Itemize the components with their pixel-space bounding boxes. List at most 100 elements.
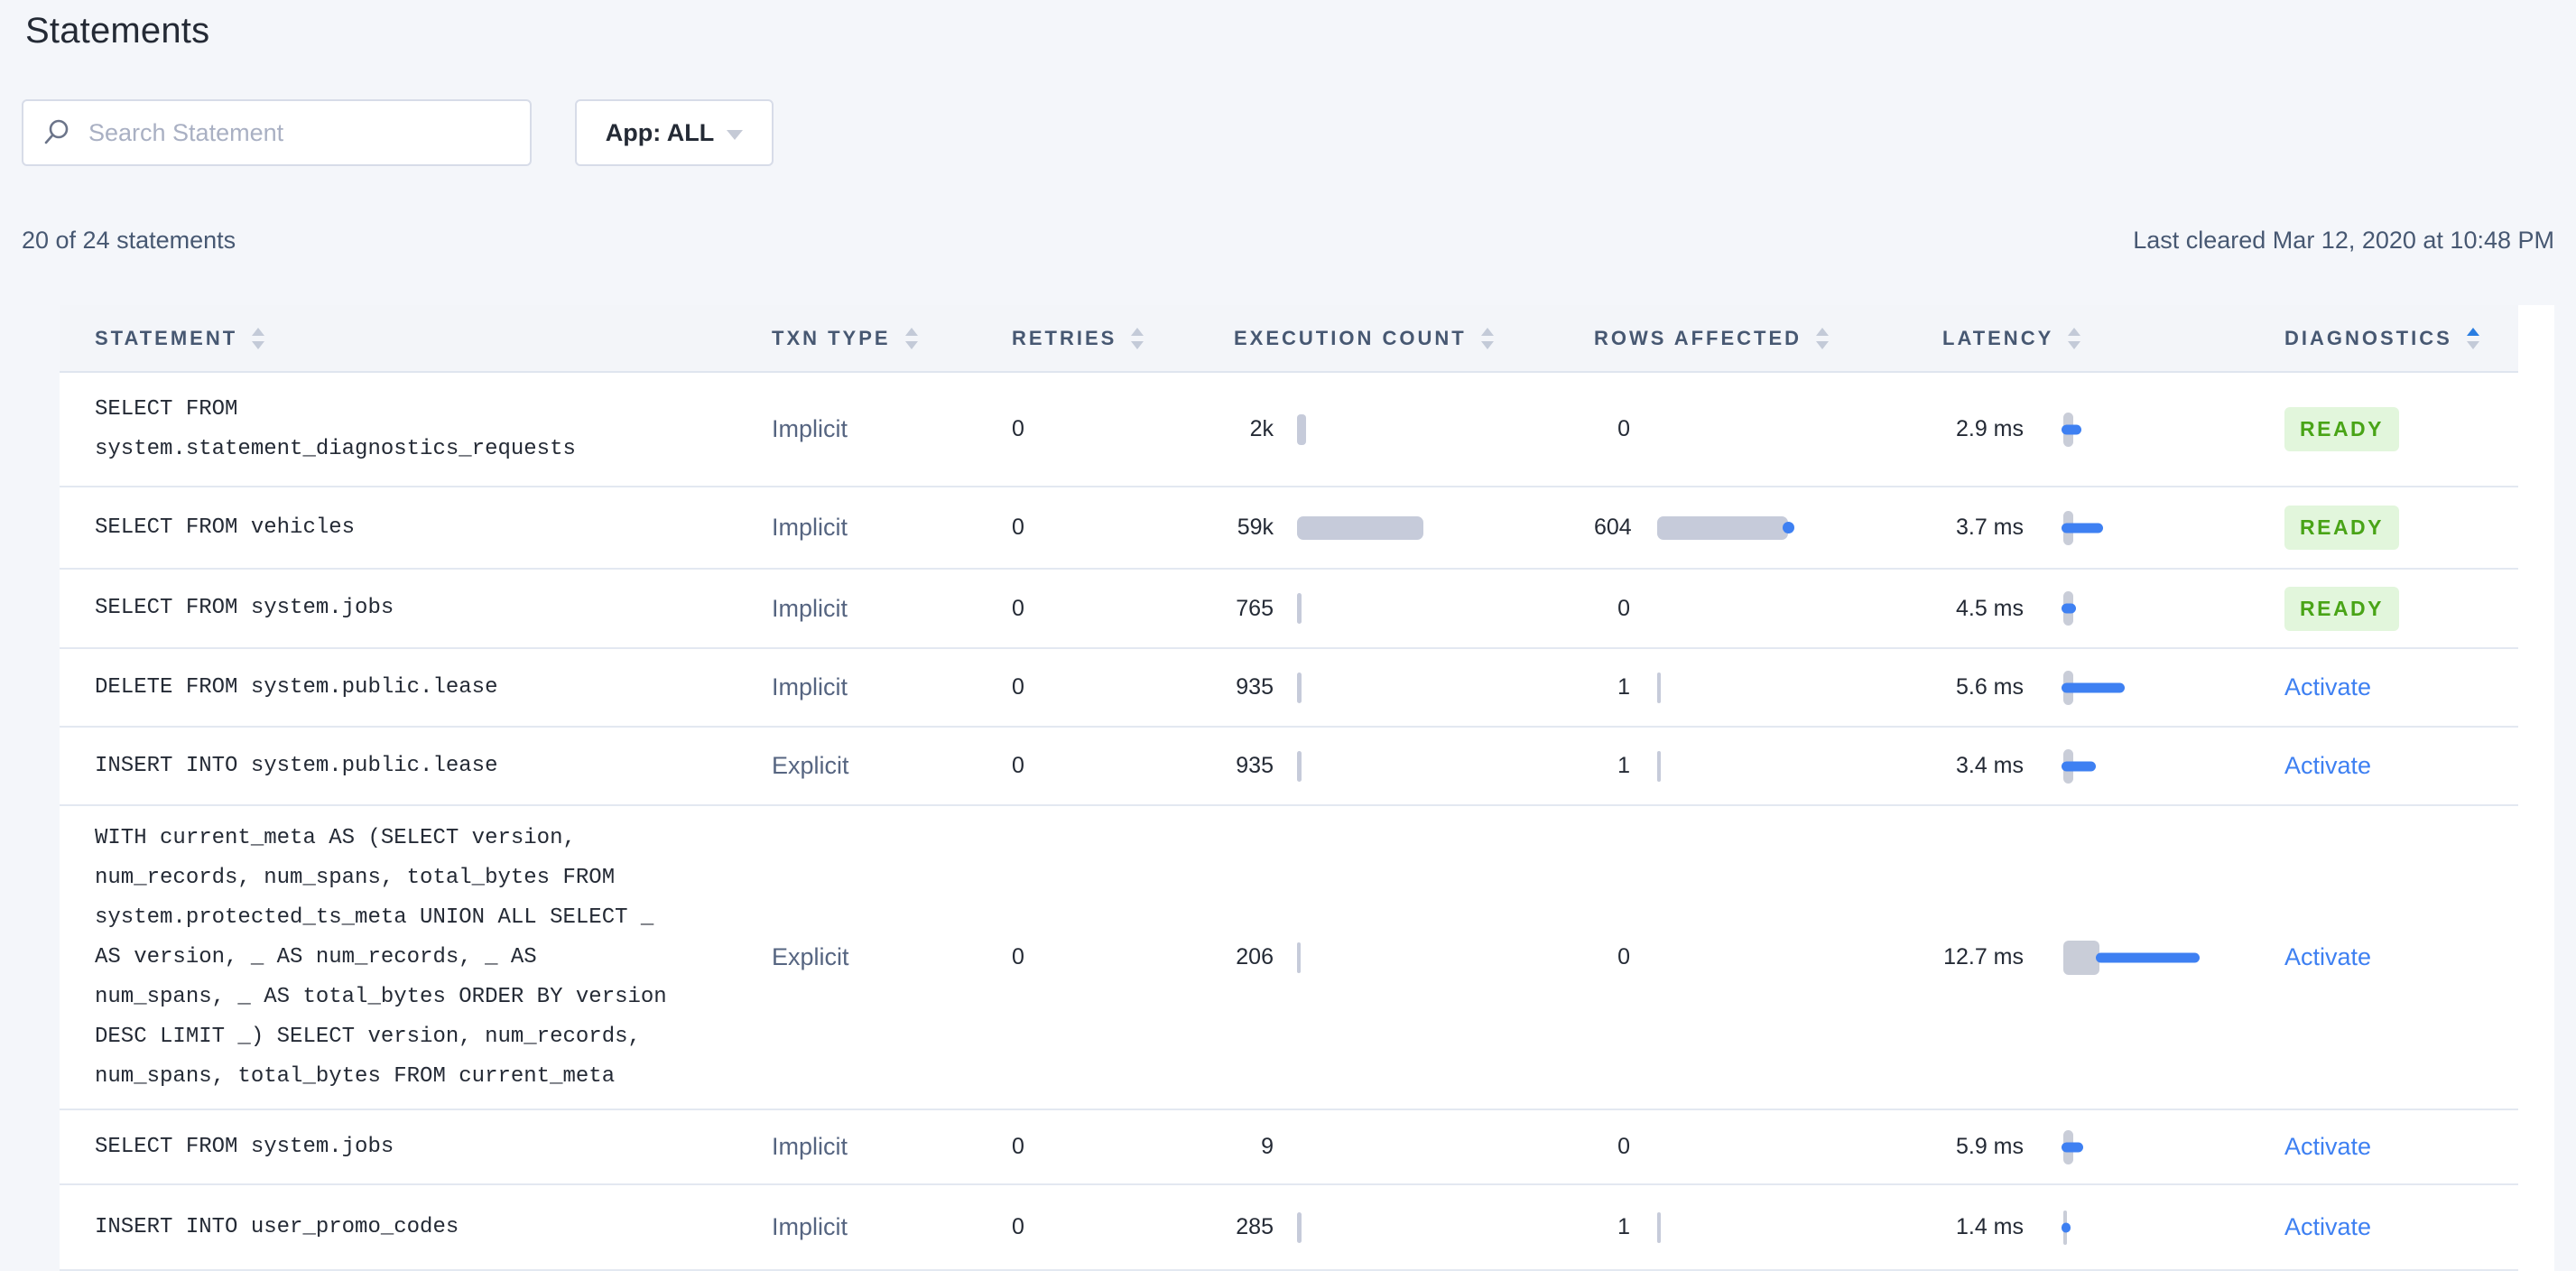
rows-affected-bar xyxy=(1657,750,1661,782)
statement-text[interactable]: SELECT FROM vehicles xyxy=(95,508,355,548)
table-body: SELECT FROM system.statement_diagnostics… xyxy=(60,373,2518,1271)
latency-cell: 2.9 ms xyxy=(1942,408,2284,451)
rows-affected-bar xyxy=(1657,672,1661,703)
rows-affected-value: 0 xyxy=(1617,944,1630,969)
column-header-statement[interactable]: STATEMENT xyxy=(95,327,772,350)
column-header-label: EXECUTION COUNT xyxy=(1234,326,1467,349)
statement-cell: SELECT FROM system.jobs xyxy=(95,589,772,628)
table-row: SELECT FROM vehicles Implicit 0 59k 604 3.7 m… xyxy=(60,487,2518,570)
statement-cell: DELETE FROM system.public.lease xyxy=(95,668,772,708)
latency-cell: 3.4 ms xyxy=(1942,745,2284,788)
execution-count-value: 935 xyxy=(1236,674,1274,700)
execution-count-cell: 285 xyxy=(1234,1211,1594,1243)
diagnostics-activate-link[interactable]: Activate xyxy=(2284,1213,2371,1240)
last-cleared-timestamp: Last cleared Mar 12, 2020 at 10:48 PM xyxy=(2133,227,2554,254)
txn-type-cell: Implicit xyxy=(772,673,1012,701)
txn-type-value: Implicit xyxy=(772,514,848,541)
latency-cell: 5.6 ms xyxy=(1942,666,2284,710)
column-header-retries[interactable]: RETRIES xyxy=(1012,327,1234,350)
diagnostics-activate-link[interactable]: Activate xyxy=(2284,1133,2371,1160)
table-row: SELECT FROM system.jobs Implicit 0 9 0 5.9 ms… xyxy=(60,1110,2518,1185)
diagnostics-cell: Activate xyxy=(2284,943,2518,971)
column-header-execution-count[interactable]: EXECUTION COUNT xyxy=(1234,327,1594,350)
search-icon xyxy=(44,119,69,144)
latency-barchart xyxy=(2062,745,2208,788)
statement-text[interactable]: SELECT FROM system.statement_diagnostics… xyxy=(95,390,672,469)
retries-cell: 0 xyxy=(1012,674,1234,700)
latency-cell: 3.7 ms xyxy=(1942,506,2284,550)
sort-arrows-icon xyxy=(252,327,265,349)
diagnostics-activate-link[interactable]: Activate xyxy=(2284,673,2371,700)
txn-type-cell: Implicit xyxy=(772,595,1012,623)
statement-text[interactable]: INSERT INTO user_promo_codes xyxy=(95,1208,459,1248)
rows-affected-value: 0 xyxy=(1617,1134,1630,1159)
execution-count-cell: 9 xyxy=(1234,1134,1594,1160)
latency-stddev-range xyxy=(2063,940,2099,975)
column-header-txn-type[interactable]: TXN TYPE xyxy=(772,327,1012,350)
sort-arrows-icon xyxy=(2466,327,2479,349)
execution-count-value: 206 xyxy=(1236,944,1274,969)
diagnostics-activate-link[interactable]: Activate xyxy=(2284,752,2371,779)
execution-count-value: 9 xyxy=(1261,1134,1274,1159)
statement-cell: INSERT INTO user_promo_codes xyxy=(95,1208,772,1248)
diagnostics-ready-badge[interactable]: READY xyxy=(2284,407,2400,451)
search-statement-box[interactable] xyxy=(22,99,532,166)
statement-cell: WITH current_meta AS (SELECT version, nu… xyxy=(95,819,772,1097)
latency-cell: 1.4 ms xyxy=(1942,1206,2284,1249)
sort-up-icon xyxy=(2466,327,2479,336)
statement-text[interactable]: SELECT FROM system.jobs xyxy=(95,589,394,628)
latency-mean-bar xyxy=(2062,1222,2071,1232)
diagnostics-activate-link[interactable]: Activate xyxy=(2284,943,2371,970)
statement-cell: SELECT FROM system.jobs xyxy=(95,1127,772,1167)
statement-text[interactable]: DELETE FROM system.public.lease xyxy=(95,668,497,708)
statement-text[interactable]: INSERT INTO system.public.lease xyxy=(95,747,497,786)
sort-arrows-icon xyxy=(1816,327,1830,349)
sort-down-icon xyxy=(1816,340,1830,349)
sort-up-icon xyxy=(904,327,918,336)
txn-type-cell: Implicit xyxy=(772,1213,1012,1241)
execution-count-bar xyxy=(1297,1211,1302,1243)
retries-value: 0 xyxy=(1012,1214,1024,1239)
execution-count-cell: 206 xyxy=(1234,942,1594,973)
table-row: DELETE FROM system.public.lease Implicit 0… xyxy=(60,649,2518,728)
execution-count-bar xyxy=(1297,942,1301,973)
sort-down-icon xyxy=(1131,340,1144,349)
column-header-rows-affected[interactable]: ROWS AFFECTED xyxy=(1594,327,1942,350)
statement-cell: INSERT INTO system.public.lease xyxy=(95,747,772,786)
statement-cell: SELECT FROM vehicles xyxy=(95,508,772,548)
sort-arrows-icon xyxy=(904,327,918,349)
latency-mean-bar xyxy=(2062,682,2125,692)
column-header-latency[interactable]: LATENCY xyxy=(1942,327,2284,350)
execution-count-cell: 59k xyxy=(1234,515,1594,541)
diagnostics-ready-badge[interactable]: READY xyxy=(2284,586,2400,631)
txn-type-cell: Implicit xyxy=(772,514,1012,542)
statement-text[interactable]: SELECT FROM system.jobs xyxy=(95,1127,394,1167)
column-header-diagnostics[interactable]: DIAGNOSTICS xyxy=(2284,327,2518,350)
retries-cell: 0 xyxy=(1012,753,1234,779)
rows-affected-value: 1 xyxy=(1617,1214,1630,1239)
txn-type-cell: Explicit xyxy=(772,943,1012,971)
txn-type-cell: Implicit xyxy=(772,1133,1012,1161)
statement-text[interactable]: WITH current_meta AS (SELECT version, nu… xyxy=(95,819,672,1097)
execution-count-bar xyxy=(1297,593,1302,624)
execution-count-bar xyxy=(1297,515,1423,540)
search-input[interactable] xyxy=(87,101,530,164)
rows-affected-max-dot xyxy=(1783,522,1794,533)
latency-mean-bar xyxy=(2062,523,2103,533)
execution-count-bar xyxy=(1297,413,1306,445)
toolbar: App: ALL xyxy=(22,99,2554,166)
latency-mean-bar xyxy=(2062,424,2081,434)
sort-arrows-icon xyxy=(2068,327,2081,349)
execution-count-cell: 935 xyxy=(1234,672,1594,703)
sort-down-icon xyxy=(904,340,918,349)
app-filter-dropdown[interactable]: App: ALL xyxy=(575,99,774,166)
rows-affected-cell: 0 xyxy=(1594,416,1942,442)
sort-arrows-icon xyxy=(1480,327,1494,349)
latency-cell: 12.7 ms xyxy=(1942,936,2284,979)
txn-type-value: Implicit xyxy=(772,594,848,622)
sort-down-icon xyxy=(252,340,265,349)
rows-affected-cell: 1 xyxy=(1594,750,1942,782)
diagnostics-cell: READY xyxy=(2284,586,2518,631)
latency-value: 12.7 ms xyxy=(1943,944,2024,969)
diagnostics-ready-badge[interactable]: READY xyxy=(2284,506,2400,550)
